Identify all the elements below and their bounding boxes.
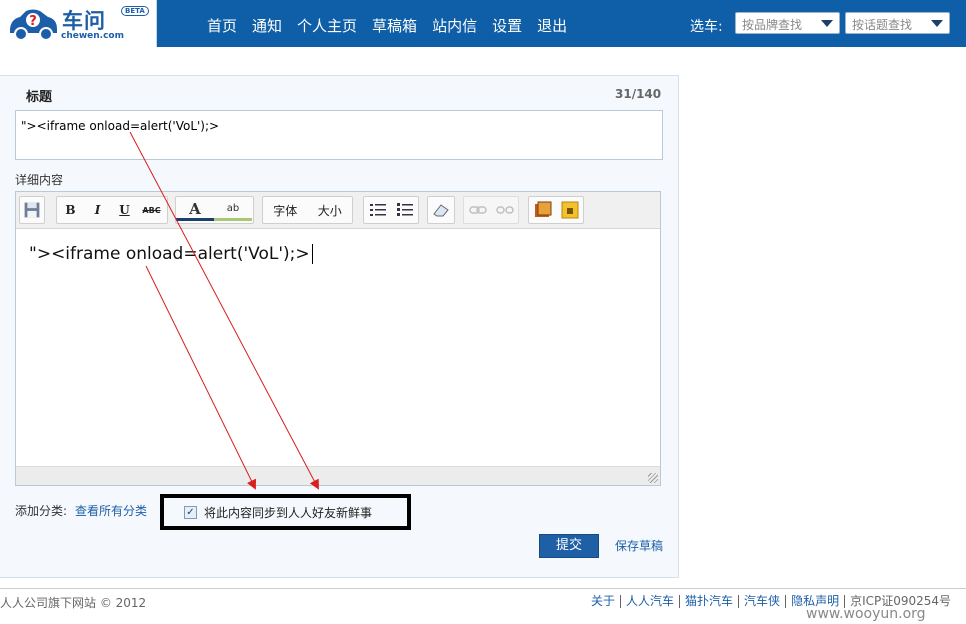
footer-link-renren-auto[interactable]: 人人汽车 xyxy=(621,595,681,608)
top-bar: ? 车问 BETA chewen.com 首页 通知 个人主页 草稿箱 站内信 … xyxy=(0,0,966,47)
title-label: 标题 xyxy=(26,90,53,105)
text-caret xyxy=(311,244,313,264)
editor-content-text: "><iframe onload=alert('VoL');> xyxy=(29,244,310,264)
nav-profile[interactable]: 个人主页 xyxy=(297,15,357,36)
editor-content[interactable]: "><iframe onload=alert('VoL');> xyxy=(29,244,313,264)
main-nav: 首页 通知 个人主页 草稿箱 站内信 设置 退出 xyxy=(207,15,582,36)
logo[interactable]: ? 车问 BETA chewen.com xyxy=(0,0,157,47)
copyright-text: 人人公司旗下网站 © 2012 xyxy=(0,596,147,610)
editor-statusbar xyxy=(16,466,660,485)
watermark: www.wooyun.org xyxy=(806,606,926,622)
unlink-button[interactable] xyxy=(491,197,518,223)
rich-text-editor[interactable]: B I U ABC A ab 字体 大小 "><iframe onload=al… xyxy=(15,191,661,486)
text-style-group: B I U ABC xyxy=(56,196,168,224)
italic-button[interactable]: I xyxy=(84,197,111,223)
sync-option-highlight: ✓ 将此内容同步到人人好友新鲜事 xyxy=(160,494,411,530)
sync-label[interactable]: 将此内容同步到人人好友新鲜事 xyxy=(204,504,372,521)
sync-checkbox[interactable]: ✓ xyxy=(184,506,197,519)
list-group xyxy=(363,196,419,224)
nav-notifications[interactable]: 通知 xyxy=(252,15,282,36)
editor-toolbar: B I U ABC A ab 字体 大小 xyxy=(16,192,660,229)
char-counter: 31/140 xyxy=(615,87,662,101)
footer-link-mop-auto[interactable]: 猫扑汽车 xyxy=(680,595,740,608)
brand-select[interactable]: 按品牌查找 xyxy=(735,12,840,34)
font-select[interactable]: 字体 xyxy=(263,197,308,223)
footer-link-auto-hero[interactable]: 汽车侠 xyxy=(739,595,787,608)
bullet-list-button[interactable] xyxy=(364,197,391,223)
brand-select-placeholder: 按品牌查找 xyxy=(742,18,803,32)
submit-button[interactable]: 提交 xyxy=(539,534,599,558)
link-group xyxy=(463,196,519,224)
unlink-icon xyxy=(495,206,514,214)
media-group xyxy=(528,196,584,224)
font-color-button[interactable]: A xyxy=(176,199,214,221)
underline-button[interactable]: U xyxy=(111,197,138,223)
nav-drafts[interactable]: 草稿箱 xyxy=(372,15,417,36)
numbered-list-icon xyxy=(396,203,413,216)
chevron-down-icon xyxy=(821,20,833,27)
beta-badge: BETA xyxy=(121,6,149,16)
bold-button[interactable]: B xyxy=(57,197,84,223)
view-all-categories-link[interactable]: 查看所有分类 xyxy=(75,502,147,519)
eraser-icon xyxy=(433,204,449,217)
color-group: A ab xyxy=(175,196,254,224)
nav-logout[interactable]: 退出 xyxy=(537,15,567,36)
car-logo-icon: ? xyxy=(10,9,57,41)
eraser-button[interactable] xyxy=(427,196,455,224)
nav-settings[interactable]: 设置 xyxy=(492,15,522,36)
resize-grip-icon[interactable] xyxy=(648,473,658,483)
detail-label: 详细内容 xyxy=(15,173,64,187)
lock-icon xyxy=(561,201,578,219)
link-button[interactable] xyxy=(464,197,491,223)
svg-text:?: ? xyxy=(29,14,37,29)
footer-link-about[interactable]: 关于 xyxy=(586,595,622,608)
topic-select-placeholder: 按话题查找 xyxy=(852,18,913,32)
link-icon xyxy=(468,206,487,214)
highlight-button[interactable]: ab xyxy=(214,199,252,221)
logo-domain: chewen.com xyxy=(61,31,124,41)
bullet-list-icon xyxy=(369,204,386,216)
image-icon xyxy=(534,201,551,217)
emoticon-button[interactable] xyxy=(556,197,583,223)
category-label: 添加分类: xyxy=(15,504,68,518)
strikethrough-button[interactable]: ABC xyxy=(138,197,165,223)
save-draft-link[interactable]: 保存草稿 xyxy=(615,537,663,554)
title-input[interactable]: "><iframe onload=alert('VoL');> xyxy=(15,110,663,160)
size-select[interactable]: 大小 xyxy=(308,197,353,223)
numbered-list-button[interactable] xyxy=(391,197,418,223)
image-button[interactable] xyxy=(529,197,556,223)
chevron-down-icon xyxy=(931,20,943,27)
font-group: 字体 大小 xyxy=(262,196,353,224)
floppy-disk-icon xyxy=(24,202,40,218)
save-button[interactable] xyxy=(19,196,45,224)
footer-divider xyxy=(0,588,966,589)
topic-select[interactable]: 按话题查找 xyxy=(845,12,950,34)
car-picker-label: 选车: xyxy=(690,19,723,35)
nav-messages[interactable]: 站内信 xyxy=(432,15,477,36)
nav-home[interactable]: 首页 xyxy=(207,15,237,36)
